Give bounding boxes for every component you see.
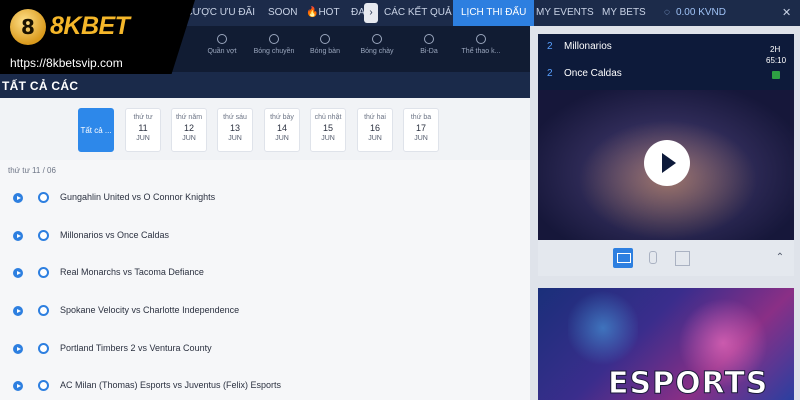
- match-period: 2H: [770, 45, 781, 54]
- match-name[interactable]: Millonarios vs Once Caldas: [60, 230, 169, 240]
- soccer-ball-icon: [38, 230, 49, 241]
- right-panel: 2 Millonarios 2 Once Caldas 2H 65:10 ⌃ E…: [530, 26, 800, 400]
- billiards-icon: [424, 34, 434, 44]
- close-icon[interactable]: ✕: [782, 0, 791, 26]
- match-list: thứ tư 11 / 06 Gungahlin United vs O Con…: [0, 160, 530, 400]
- list-item[interactable]: Millonarios vs Once Caldas: [0, 218, 530, 256]
- match-name[interactable]: Gungahlin United vs O Connor Knights: [60, 192, 215, 202]
- match-clock: 65:10: [766, 56, 787, 65]
- logo-url: https://8kbetsvip.com: [10, 56, 123, 70]
- date-tab[interactable]: thứ năm 12 JUN: [171, 108, 207, 152]
- video-controls: ⌃: [538, 240, 794, 276]
- date-tab[interactable]: thứ bảy 14 JUN: [264, 108, 300, 152]
- nav-my-bets[interactable]: MY BETS: [602, 0, 646, 26]
- play-icon[interactable]: [644, 140, 690, 186]
- team1-score: 2: [547, 41, 553, 52]
- nav-schedule[interactable]: LỊCH THI ĐẤU: [453, 0, 535, 26]
- team1-name: Millonarios: [564, 41, 612, 52]
- banner-title: ESPORTS: [607, 366, 769, 400]
- brand-logo[interactable]: 8 8KBET https://8kbetsvip.com: [0, 0, 195, 74]
- page-title: TẤT CẢ CÁC: [2, 79, 79, 93]
- flag-icon: [772, 71, 780, 79]
- sport-baseball[interactable]: Bóng chày: [347, 34, 407, 55]
- date-tab[interactable]: chủ nhật 15 JUN: [310, 108, 346, 152]
- sportsbook-page: Ệ CƯỢC ƯU ĐÃI SOON 🔥HOT ĐA › CÁC KẾT QUẢ…: [0, 0, 800, 400]
- play-icon[interactable]: [13, 193, 23, 203]
- microphone-icon[interactable]: [642, 248, 662, 268]
- sport-billiards[interactable]: Bi-Da: [399, 34, 459, 55]
- play-icon[interactable]: [13, 306, 23, 316]
- team2-score: 2: [547, 68, 553, 79]
- list-item[interactable]: Gungahlin United vs O Connor Knights: [0, 180, 530, 218]
- play-icon[interactable]: [13, 381, 23, 391]
- nav-results[interactable]: CÁC KẾT QUẢ: [384, 0, 452, 26]
- tv-icon[interactable]: [613, 248, 633, 268]
- date-tab-all[interactable]: Tất cả ...: [78, 108, 114, 152]
- match-name[interactable]: AC Milan (Thomas) Esports vs Juventus (F…: [60, 380, 281, 390]
- page-title-bar: TẤT CẢ CÁC: [0, 72, 530, 98]
- banner-character-art: [568, 288, 638, 368]
- list-item[interactable]: AC Milan (Thomas) Esports vs Juventus (F…: [0, 368, 530, 400]
- date-tab[interactable]: thứ hai 16 JUN: [357, 108, 393, 152]
- list-item[interactable]: Portland Timbers 2 vs Ventura County: [0, 331, 530, 369]
- play-icon[interactable]: [13, 231, 23, 241]
- match-name[interactable]: Spokane Velocity vs Charlotte Independen…: [60, 305, 239, 315]
- play-icon[interactable]: [13, 344, 23, 354]
- eye-hidden-icon[interactable]: ◌: [664, 0, 670, 26]
- esports-banner[interactable]: ESPORTS: [538, 288, 794, 400]
- baseball-icon: [372, 34, 382, 44]
- live-video-player[interactable]: [538, 90, 794, 240]
- play-icon[interactable]: [13, 268, 23, 278]
- team2-name: Once Caldas: [564, 68, 622, 79]
- balance-amount: 0.00 KVND: [675, 7, 726, 18]
- nav-scroll-arrow-icon[interactable]: ›: [364, 3, 378, 23]
- date-tab[interactable]: thứ sáu 13 JUN: [217, 108, 253, 152]
- balance-display[interactable]: ◌ 0.00 KVND: [664, 0, 726, 26]
- soccer-ball-icon: [38, 380, 49, 391]
- volleyball-icon: [269, 34, 279, 44]
- logo-badge-icon: 8: [10, 9, 46, 45]
- soccer-ball-icon: [38, 305, 49, 316]
- tennis-icon: [217, 34, 227, 44]
- nav-soon[interactable]: SOON: [268, 0, 297, 26]
- date-tab[interactable]: thứ tư 11 JUN: [125, 108, 161, 152]
- chevron-up-icon[interactable]: ⌃: [770, 248, 790, 268]
- match-name[interactable]: Real Monarchs vs Tacoma Defiance: [60, 267, 204, 277]
- stats-grid-icon[interactable]: [672, 248, 692, 268]
- nav-hot[interactable]: 🔥HOT: [306, 0, 340, 26]
- trophy-icon: [476, 34, 486, 44]
- date-tab[interactable]: thứ ba 17 JUN: [403, 108, 439, 152]
- soccer-ball-icon: [38, 343, 49, 354]
- group-date-header: thứ tư 11 / 06: [8, 166, 56, 175]
- sport-tennis[interactable]: Quần vợt: [192, 34, 252, 55]
- table-tennis-icon: [320, 34, 330, 44]
- nav-partial[interactable]: ĐA: [351, 0, 365, 26]
- list-item[interactable]: Spokane Velocity vs Charlotte Independen…: [0, 293, 530, 331]
- soccer-ball-icon: [38, 192, 49, 203]
- live-scoreboard[interactable]: 2 Millonarios 2 Once Caldas 2H 65:10: [538, 34, 794, 90]
- sport-other[interactable]: Thể thao k...: [451, 34, 511, 55]
- nav-my-events[interactable]: MY EVENTS: [536, 0, 594, 26]
- sport-table-tennis[interactable]: Bóng bàn: [295, 34, 355, 55]
- soccer-ball-icon: [38, 267, 49, 278]
- match-name[interactable]: Portland Timbers 2 vs Ventura County: [60, 343, 212, 353]
- date-filter-row: Tất cả ... thứ tư 11 JUN thứ năm 12 JUN thứ …: [0, 98, 530, 160]
- list-item[interactable]: Real Monarchs vs Tacoma Defiance: [0, 255, 530, 293]
- logo-brand-text: 8KBET: [50, 12, 130, 40]
